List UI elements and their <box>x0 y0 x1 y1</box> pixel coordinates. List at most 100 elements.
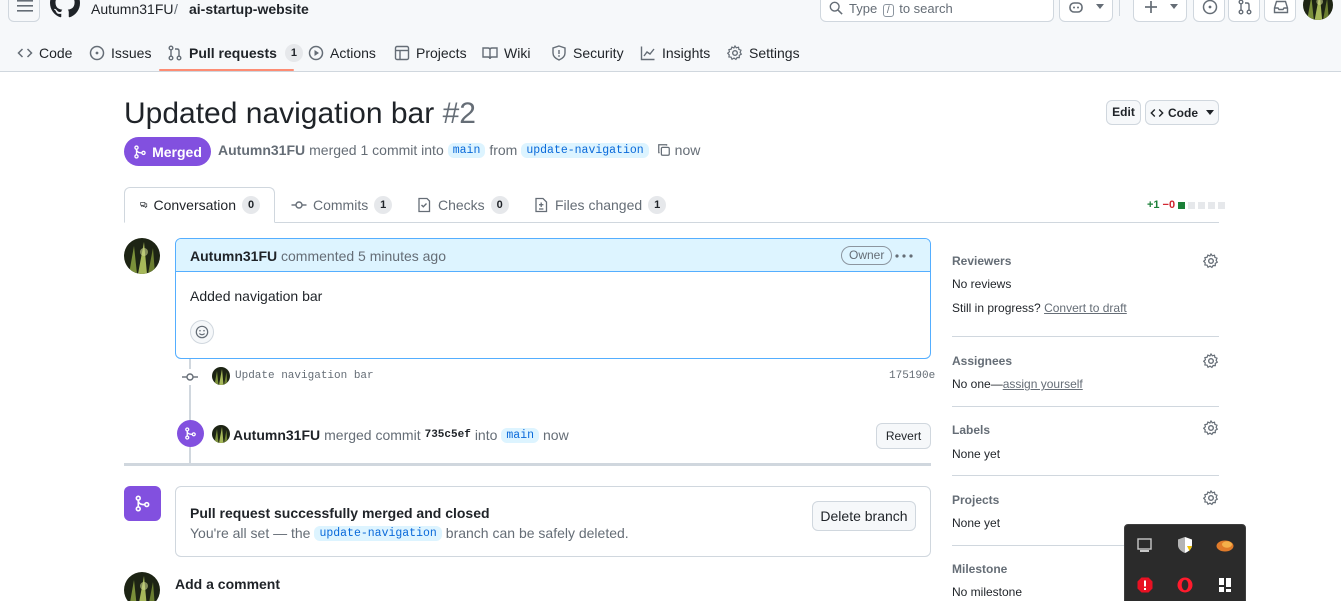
graph-icon <box>640 46 655 61</box>
monitor-icon[interactable] <box>1134 534 1156 556</box>
breadcrumb-owner[interactable]: Autumn31FU <box>91 1 173 17</box>
issues-button[interactable] <box>1193 0 1225 22</box>
gear-icon[interactable] <box>1203 490 1219 506</box>
merge-event-badge <box>177 420 204 447</box>
gear-icon[interactable] <box>1203 353 1219 369</box>
pr-number: #2 <box>442 97 476 130</box>
commit-author-avatar[interactable] <box>212 367 230 385</box>
commit-message-link[interactable]: Update navigation bar <box>235 370 374 382</box>
sidebar-divider <box>952 406 1219 407</box>
tab-actions[interactable]: Actions <box>308 34 376 72</box>
revert-button[interactable]: Revert <box>876 423 931 449</box>
gear-icon[interactable] <box>1203 253 1219 269</box>
comment-author-avatar[interactable] <box>124 238 160 274</box>
diffstat-block <box>1218 201 1226 209</box>
merge-status-box: Pull request successfully merged and clo… <box>175 486 931 557</box>
active-tab-indicator <box>159 69 294 71</box>
create-new-button[interactable] <box>1133 0 1187 22</box>
search-placeholder: Type / to search <box>849 1 953 17</box>
tab-insights-label: Insights <box>662 45 711 61</box>
tab-wiki-label: Wiki <box>504 45 531 61</box>
owner-badge: Owner <box>841 246 893 265</box>
security-shield-icon[interactable] <box>1174 534 1196 556</box>
alert-icon[interactable] <box>1134 574 1156 596</box>
assign-yourself-link[interactable]: assign yourself <box>1003 377 1083 391</box>
merge-status-prefix: You're all set — the <box>190 525 311 541</box>
opera-icon[interactable] <box>1174 574 1196 596</box>
diffstat-block <box>1178 201 1186 209</box>
kebab-menu-icon[interactable] <box>892 246 916 266</box>
app-icon[interactable] <box>1214 574 1236 596</box>
menu-button[interactable] <box>8 0 40 22</box>
add-reaction-button[interactable] <box>190 320 214 344</box>
tab-projects[interactable]: Projects <box>394 34 467 72</box>
merge-author-avatar[interactable] <box>212 425 230 443</box>
convert-to-draft-link[interactable]: Convert to draft <box>1044 301 1127 315</box>
diffstat-block <box>1208 201 1216 209</box>
inbox-button[interactable] <box>1264 0 1296 22</box>
merge-event-time[interactable]: now <box>543 427 569 443</box>
edit-button[interactable]: Edit <box>1106 100 1141 125</box>
diffstat-additions: +1 <box>1147 199 1160 211</box>
files-changed-count: 1 <box>648 196 667 214</box>
tab-security[interactable]: Security <box>551 34 624 72</box>
copy-icon[interactable] <box>657 143 671 157</box>
tab-files-changed[interactable]: Files changed 1 <box>533 187 667 223</box>
draft-prompt: Still in progress? Convert to draft <box>952 301 1127 315</box>
tab-code[interactable]: Code <box>17 34 72 72</box>
comment-header: Autumn31FU commented 5 minutes ago Owner <box>176 239 930 272</box>
tab-wiki[interactable]: Wiki <box>482 34 530 72</box>
cloud-app-icon[interactable] <box>1214 534 1236 556</box>
projects-value: None yet <box>952 516 1001 530</box>
search-input[interactable]: Type / to search <box>820 0 1054 22</box>
delete-branch-button[interactable]: Delete branch <box>812 501 916 531</box>
commit-sha-link[interactable]: 175190e <box>889 370 935 382</box>
merge-base-branch[interactable]: main <box>501 427 539 443</box>
tab-commits[interactable]: Commits 1 <box>291 187 393 223</box>
avatar-image <box>212 425 230 443</box>
gear-icon[interactable] <box>1203 420 1219 436</box>
copilot-button[interactable] <box>1059 0 1113 22</box>
tab-pull-requests[interactable]: Pull requests 1 <box>167 34 303 72</box>
smiley-icon <box>195 325 209 339</box>
chevron-down-icon <box>1170 4 1178 9</box>
book-icon <box>482 47 498 60</box>
comment-author-link[interactable]: Autumn31FU <box>190 248 277 264</box>
tab-conversation[interactable]: Conversation 0 <box>124 187 275 223</box>
pr-author-link[interactable]: Autumn31FU <box>218 142 305 158</box>
diffstat-deletions: −0 <box>1162 199 1176 211</box>
shield-icon <box>552 45 566 61</box>
code-icon <box>1150 108 1164 117</box>
tab-insights[interactable]: Insights <box>640 34 710 72</box>
projects-heading: Projects <box>952 493 1000 507</box>
github-logo-icon[interactable] <box>50 0 80 18</box>
play-icon <box>308 45 324 61</box>
merged-status-icon <box>124 486 161 521</box>
merge-status-branch[interactable]: update-navigation <box>314 525 442 541</box>
current-user-avatar[interactable] <box>124 572 160 601</box>
base-branch[interactable]: main <box>447 142 486 158</box>
hamburger-icon <box>17 0 33 12</box>
tab-settings-label: Settings <box>749 45 800 61</box>
tab-settings[interactable]: Settings <box>727 34 800 72</box>
merge-commit-sha-link[interactable]: 735c5ef <box>425 429 471 441</box>
diffstat-block <box>1188 201 1196 209</box>
tab-issues[interactable]: Issues <box>89 34 151 72</box>
chevron-down-icon <box>1206 109 1214 115</box>
avatar-image <box>212 367 230 385</box>
merge-status-suffix: branch can be safely deleted. <box>445 525 629 541</box>
pull-requests-button[interactable] <box>1228 0 1260 22</box>
merge-status-title: Pull request successfully merged and clo… <box>190 505 490 521</box>
breadcrumb-repo[interactable]: ai-startup-website <box>189 1 309 17</box>
commits-count: 1 <box>374 196 393 214</box>
tab-actions-label: Actions <box>330 45 376 61</box>
milestone-heading: Milestone <box>952 562 1008 576</box>
code-dropdown-button[interactable]: Code <box>1145 100 1219 125</box>
tab-checks[interactable]: Checks 0 <box>416 187 509 223</box>
head-branch[interactable]: update-navigation <box>521 142 649 158</box>
user-avatar[interactable] <box>1303 0 1333 20</box>
tab-security-label: Security <box>573 45 624 61</box>
comment-timestamp[interactable]: commented 5 minutes ago <box>281 248 446 264</box>
pr-title-text: Updated navigation bar <box>124 97 435 130</box>
merge-author-link[interactable]: Autumn31FU <box>233 427 320 443</box>
